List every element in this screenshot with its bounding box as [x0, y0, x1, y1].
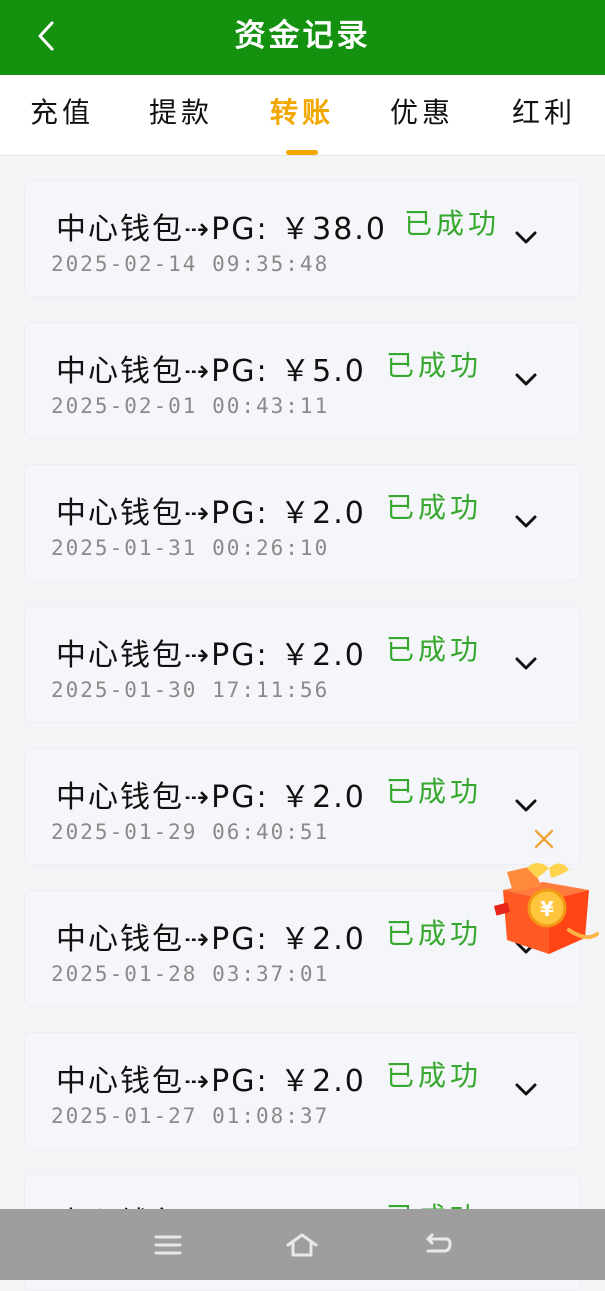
record-status: 已成功 — [404, 207, 501, 240]
record-status: 已成功 — [386, 775, 483, 808]
svg-text:¥: ¥ — [540, 897, 554, 921]
nav-back-button[interactable] — [409, 1223, 465, 1267]
record-time: 2025-01-29 06:40:51 — [51, 820, 330, 844]
record-card[interactable]: 中心钱包⇢PG: ￥2.0 已成功 2025-01-30 17:11:56 — [24, 606, 581, 723]
nav-menu-button[interactable] — [140, 1223, 196, 1267]
record-card[interactable]: 中心钱包⇢PG: ￥2.0 已成功 2025-01-29 06:40:51 — [24, 748, 581, 865]
record-time: 2025-01-27 01:08:37 — [51, 1104, 330, 1128]
record-description: 中心钱包⇢PG: ￥5.0 — [56, 354, 366, 389]
chevron-down-icon[interactable] — [515, 1082, 537, 1098]
page-title: 资金记录 — [234, 18, 371, 54]
tab-transfer[interactable]: 转账 — [252, 75, 352, 155]
record-description: 中心钱包⇢PG: ￥2.0 — [56, 1064, 366, 1099]
tab-bonus[interactable]: 红利 — [494, 75, 594, 155]
home-icon — [286, 1233, 318, 1257]
record-card[interactable]: 中心钱包⇢PG: ￥5.0 已成功 2025-02-01 00:43:11 — [24, 322, 581, 439]
chevron-down-icon[interactable] — [515, 372, 537, 388]
chevron-down-icon[interactable] — [515, 230, 537, 246]
back-icon — [426, 1233, 452, 1253]
nav-home-button[interactable] — [274, 1223, 330, 1267]
menu-icon — [154, 1235, 182, 1255]
record-card[interactable]: 中心钱包⇢PG: ￥38.0 已成功 2025-02-14 09:35:48 — [24, 180, 581, 297]
tab-recharge[interactable]: 充值 — [12, 75, 112, 155]
app-header: 资金记录 — [0, 0, 605, 75]
tab-bar: 充值 提款 转账 优惠 红利 — [0, 75, 605, 156]
record-status: 已成功 — [386, 349, 483, 382]
record-time: 2025-01-30 17:11:56 — [51, 678, 330, 702]
red-envelope-gift-icon[interactable]: ¥ — [493, 860, 599, 956]
record-status: 已成功 — [386, 491, 483, 524]
tab-promotion[interactable]: 优惠 — [372, 75, 472, 155]
chevron-down-icon[interactable] — [515, 514, 537, 530]
close-icon[interactable] — [533, 828, 555, 850]
record-time: 2025-02-14 09:35:48 — [51, 252, 330, 276]
record-card[interactable]: 中心钱包⇢PG: ￥2.0 已成功 2025-01-27 01:08:37 — [24, 1032, 581, 1149]
record-status: 已成功 — [386, 1059, 483, 1092]
record-description: 中心钱包⇢PG: ￥2.0 — [56, 780, 366, 815]
record-time: 2025-01-31 00:26:10 — [51, 536, 330, 560]
tab-transfer-label: 转账 — [269, 96, 334, 129]
record-status: 已成功 — [386, 633, 483, 666]
chevron-down-icon[interactable] — [515, 656, 537, 672]
system-navigation-bar — [0, 1209, 605, 1280]
record-time: 2025-01-28 03:37:01 — [51, 962, 330, 986]
tab-withdraw[interactable]: 提款 — [131, 75, 231, 155]
active-tab-indicator — [286, 150, 318, 155]
record-time: 2025-02-01 00:43:11 — [51, 394, 330, 418]
record-status: 已成功 — [386, 917, 483, 950]
record-description: 中心钱包⇢PG: ￥2.0 — [56, 638, 366, 673]
chevron-down-icon[interactable] — [515, 798, 537, 814]
record-description: 中心钱包⇢PG: ￥2.0 — [56, 496, 366, 531]
record-description: 中心钱包⇢PG: ￥2.0 — [56, 922, 366, 957]
record-description: 中心钱包⇢PG: ￥38.0 — [56, 212, 387, 247]
record-card[interactable]: 中心钱包⇢PG: ￥2.0 已成功 2025-01-31 00:26:10 — [24, 464, 581, 581]
